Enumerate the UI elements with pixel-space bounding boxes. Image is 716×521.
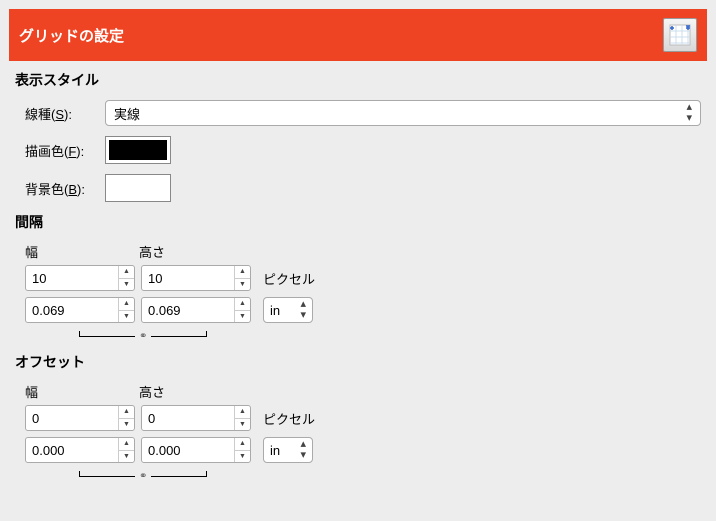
line-type-select[interactable]: 実線 ▴▾	[105, 100, 701, 126]
pixel-label: ピクセル	[263, 409, 315, 428]
pixel-label: ピクセル	[263, 269, 315, 288]
step-down-icon[interactable]: ▼	[119, 279, 134, 291]
display-style-section: 表示スタイル	[15, 70, 701, 90]
offset-height-header: 高さ	[139, 382, 253, 401]
spacing-height-px-input[interactable]: 10 ▲▼	[141, 265, 251, 291]
offset-width-header: 幅	[25, 382, 139, 401]
line-type-label: 線種(S):	[25, 104, 105, 123]
offset-height-px-input[interactable]: 0 ▲▼	[141, 405, 251, 431]
background-color-label: 背景色(B):	[25, 179, 105, 198]
dialog-header: グリッドの設定	[9, 9, 707, 61]
chevron-updown-icon: ▴▾	[300, 439, 306, 461]
spacing-width-px-input[interactable]: 10 ▲▼	[25, 265, 135, 291]
spacing-height-unit-input[interactable]: 0.069 ▲▼	[141, 297, 251, 323]
step-up-icon[interactable]: ▲	[119, 406, 134, 419]
step-up-icon[interactable]: ▲	[235, 406, 250, 419]
spacing-section: 間隔	[15, 212, 701, 232]
background-color-swatch[interactable]	[105, 174, 171, 202]
foreground-color-swatch[interactable]	[105, 136, 171, 164]
grid-icon	[663, 18, 697, 52]
step-up-icon[interactable]: ▲	[119, 438, 134, 451]
step-up-icon[interactable]: ▲	[235, 266, 250, 279]
line-type-value: 実線	[114, 104, 140, 123]
offset-link-indicator: ⚭	[25, 469, 701, 482]
step-down-icon[interactable]: ▼	[235, 311, 250, 323]
offset-section: オフセット	[15, 352, 701, 372]
dialog-title: グリッドの設定	[19, 25, 124, 46]
step-down-icon[interactable]: ▼	[119, 311, 134, 323]
spacing-height-header: 高さ	[139, 242, 253, 261]
chevron-updown-icon: ▴▾	[686, 102, 692, 124]
step-down-icon[interactable]: ▼	[119, 451, 134, 463]
spacing-width-header: 幅	[25, 242, 139, 261]
step-down-icon[interactable]: ▼	[119, 419, 134, 431]
offset-height-unit-input[interactable]: 0.000 ▲▼	[141, 437, 251, 463]
spacing-link-indicator: ⚭	[25, 329, 701, 342]
link-icon[interactable]: ⚭	[139, 471, 147, 482]
spacing-width-unit-input[interactable]: 0.069 ▲▼	[25, 297, 135, 323]
chevron-updown-icon: ▴▾	[300, 299, 306, 321]
step-up-icon[interactable]: ▲	[235, 298, 250, 311]
offset-width-unit-input[interactable]: 0.000 ▲▼	[25, 437, 135, 463]
step-down-icon[interactable]: ▼	[235, 279, 250, 291]
offset-width-px-input[interactable]: 0 ▲▼	[25, 405, 135, 431]
step-up-icon[interactable]: ▲	[119, 266, 134, 279]
step-up-icon[interactable]: ▲	[235, 438, 250, 451]
step-down-icon[interactable]: ▼	[235, 419, 250, 431]
step-down-icon[interactable]: ▼	[235, 451, 250, 463]
offset-unit-select[interactable]: in ▴▾	[263, 437, 313, 463]
step-up-icon[interactable]: ▲	[119, 298, 134, 311]
link-icon[interactable]: ⚭	[139, 331, 147, 342]
foreground-color-label: 描画色(F):	[25, 141, 105, 160]
spacing-unit-select[interactable]: in ▴▾	[263, 297, 313, 323]
